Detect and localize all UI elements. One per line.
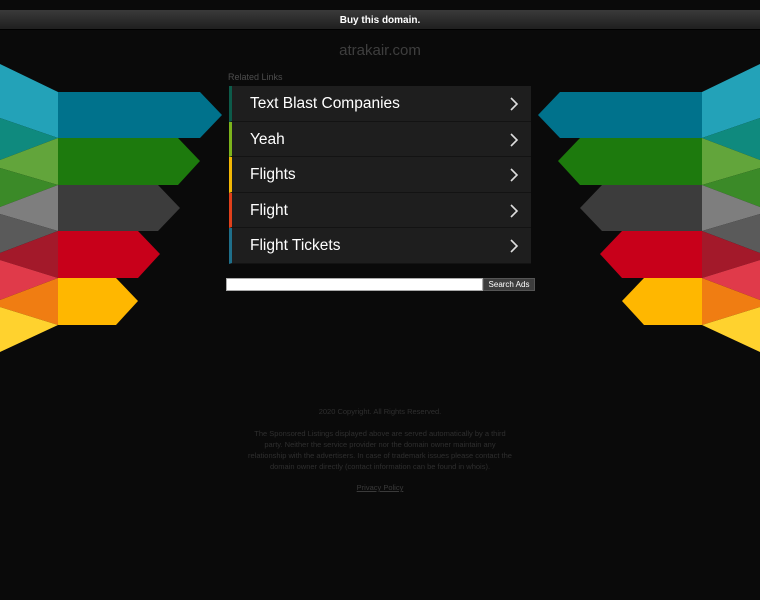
- search-form: Search Ads: [226, 278, 536, 291]
- related-links-list: Text Blast Companies Yeah Flights Flight…: [229, 86, 531, 264]
- privacy-policy-link[interactable]: Privacy Policy: [357, 482, 404, 493]
- related-link-label: Flight: [250, 201, 288, 219]
- related-link[interactable]: Flight: [229, 192, 531, 229]
- related-link[interactable]: Flights: [229, 157, 531, 193]
- related-link-label: Flights: [250, 166, 296, 184]
- right-wing: [538, 64, 760, 352]
- buy-domain-link[interactable]: Buy this domain.: [340, 15, 421, 26]
- chevron-right-icon: [510, 97, 519, 111]
- related-links-label: Related Links: [228, 72, 283, 82]
- top-bar: Buy this domain.: [0, 10, 760, 30]
- left-wing: [0, 64, 222, 352]
- footer: 2020 Copyright. All Rights Reserved. The…: [248, 406, 512, 493]
- related-link-label: Text Blast Companies: [250, 95, 400, 112]
- domain-title: atrakair.com: [339, 42, 421, 59]
- related-link-label: Yeah: [250, 130, 285, 148]
- related-link[interactable]: Text Blast Companies: [229, 86, 531, 122]
- chevron-right-icon: [510, 204, 519, 218]
- disclaimer-text: The Sponsored Listings displayed above a…: [248, 429, 512, 471]
- chevron-right-icon: [510, 133, 519, 147]
- related-link-label: Flight Tickets: [250, 237, 341, 255]
- search-ads-button[interactable]: Search Ads: [483, 278, 535, 291]
- related-link[interactable]: Yeah: [229, 121, 531, 158]
- search-input[interactable]: [226, 278, 483, 291]
- chevron-right-icon: [510, 168, 519, 182]
- related-link[interactable]: Flight Tickets: [229, 228, 531, 264]
- chevron-right-icon: [510, 239, 519, 253]
- copyright-text: 2020 Copyright. All Rights Reserved.: [318, 407, 442, 416]
